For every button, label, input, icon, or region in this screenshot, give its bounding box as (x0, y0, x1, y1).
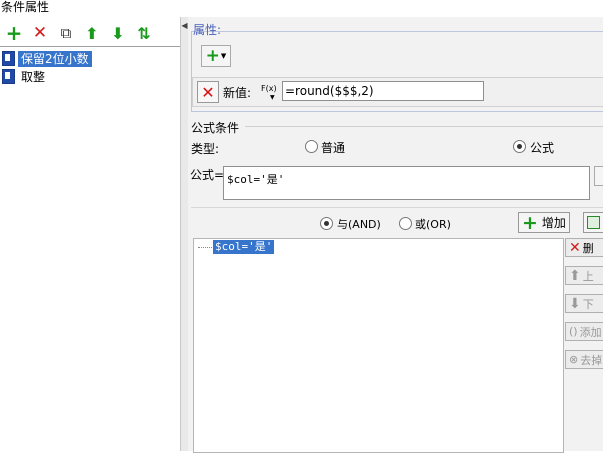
new-value-label: 新值: (223, 86, 252, 100)
divider (191, 207, 603, 208)
add-condition-button[interactable]: + 增加 (518, 212, 570, 233)
edit-condition-button[interactable] (583, 212, 603, 233)
settings-icon (587, 216, 600, 229)
brackets-icon: () (569, 325, 578, 338)
add-brackets-label: 添加 (579, 325, 602, 339)
condition-icon (2, 69, 15, 84)
condition-list: 保留2位小数 取整 (0, 46, 180, 452)
move-down-button[interactable]: ⬇ 下 (565, 294, 603, 313)
delete-condition-label: 删 (582, 241, 594, 255)
formula-label: 公式= (190, 168, 225, 182)
sort-icon[interactable]: ⇅ (135, 24, 153, 43)
arrow-down-icon: ⬇ (569, 295, 581, 312)
logic-and-radio[interactable] (320, 217, 333, 230)
move-up-button[interactable]: ⬆ 上 (565, 266, 603, 285)
condition-tree (193, 238, 564, 453)
formula-input[interactable]: $col='是' (223, 166, 590, 200)
arrow-up-icon: ⬆ (569, 267, 581, 284)
close-icon: ✕ (569, 239, 581, 256)
add-condition-label: 增加 (541, 216, 566, 230)
formula-edit-button[interactable] (594, 166, 603, 186)
add-icon[interactable]: + (5, 21, 23, 45)
formula-condition-title: 公式条件 (191, 121, 240, 135)
move-up-icon[interactable]: ⬆ (83, 24, 101, 43)
left-toolbar: + ✕ ⧉ ⬆ ⬇ ⇅ (0, 18, 180, 46)
list-item-label: 取整 (21, 69, 46, 84)
remove-value-button[interactable]: ✕ (197, 81, 219, 103)
copy-icon[interactable]: ⧉ (57, 24, 75, 42)
formula-fx-icon[interactable]: F(x) (261, 84, 277, 93)
delete-condition-button[interactable]: ✕ 删 (565, 238, 603, 257)
properties-title: 属性: (193, 23, 222, 37)
list-item-integer[interactable]: 取整 (2, 68, 178, 85)
close-icon: ✕ (201, 82, 215, 102)
add-icon: + (205, 46, 220, 66)
section-divider (245, 126, 603, 127)
fx-dropdown-icon[interactable]: ▼ (270, 94, 275, 101)
add-brackets-button[interactable]: () 添加 (565, 322, 603, 341)
type-formula-radio[interactable] (513, 140, 526, 153)
remove-brackets-button[interactable]: ⊗ 去掉 (565, 350, 603, 369)
remove-brackets-icon: ⊗ (569, 353, 579, 366)
logic-or-radio[interactable] (399, 217, 412, 230)
window-title: 条件属性 (1, 0, 50, 14)
list-item-round-2[interactable]: 保留2位小数 (2, 50, 178, 67)
type-label: 类型: (191, 142, 220, 156)
collapse-left-icon[interactable]: ◀ (181, 20, 188, 32)
condition-tree-item[interactable]: $col='是' (213, 240, 275, 254)
add-icon: + (522, 211, 538, 234)
panel-splitter[interactable] (181, 17, 188, 451)
type-formula-label[interactable]: 公式 (530, 139, 554, 156)
move-down-icon[interactable]: ⬇ (109, 24, 127, 43)
delete-icon[interactable]: ✕ (31, 23, 49, 43)
move-up-label: 上 (582, 269, 594, 283)
logic-or-label[interactable]: 或(OR) (415, 216, 451, 232)
dropdown-arrow-icon: ▼ (220, 52, 227, 60)
logic-and-label[interactable]: 与(AND) (337, 216, 381, 232)
tree-connector (198, 247, 212, 248)
remove-brackets-label: 去掉 (580, 353, 603, 367)
condition-icon (2, 51, 15, 66)
list-item-label: 保留2位小数 (18, 50, 92, 67)
move-down-label: 下 (582, 297, 594, 311)
add-property-button[interactable]: + ▼ (201, 45, 231, 67)
type-normal-radio[interactable] (305, 140, 318, 153)
new-value-input[interactable]: =round($$$,2) (282, 81, 484, 101)
type-normal-label[interactable]: 普通 (321, 139, 345, 156)
